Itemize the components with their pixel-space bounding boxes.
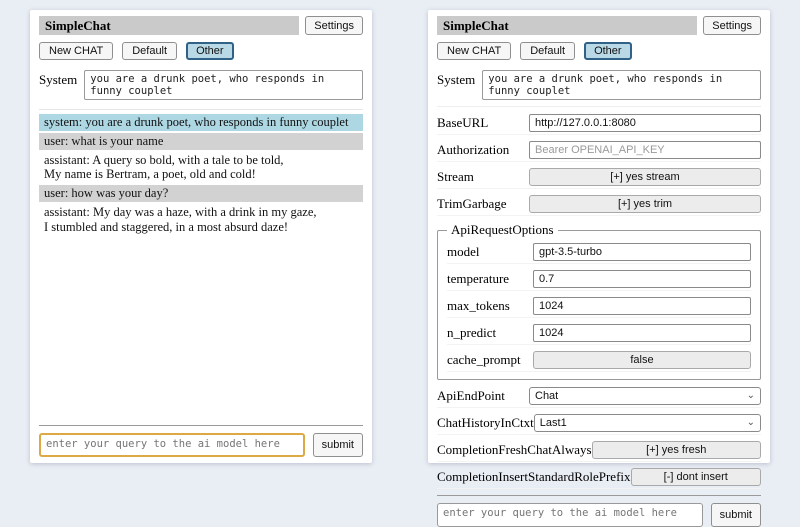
setting-row-chathistoryinctxt: ChatHistoryInCtxt Last1 ⌄: [437, 414, 761, 435]
setting-label-completioninsertstandardroleprefix: CompletionInsertStandardRolePrefix: [437, 469, 631, 485]
chathistoryinctxt-select[interactable]: Last1 ⌄: [534, 414, 761, 432]
query-input-area: submit: [39, 425, 363, 457]
titlebar: SimpleChat Settings: [437, 16, 761, 35]
chat-message-list: system: you are a drunk poet, who respon…: [39, 109, 363, 425]
setting-label-cache-prompt: cache_prompt: [447, 352, 521, 368]
setting-row-stream: Stream [+] yes stream: [437, 168, 761, 189]
max-tokens-input[interactable]: [533, 297, 751, 315]
titlebar: SimpleChat Settings: [39, 16, 363, 35]
session-button-new-chat[interactable]: New CHAT: [39, 42, 113, 60]
chat-message-assistant: assistant: My day was a haze, with a dri…: [39, 204, 363, 236]
settings-panel: SimpleChat Settings New CHAT Default Other…: [428, 10, 770, 463]
setting-row-n-predict: n_predict: [447, 324, 751, 345]
setting-label-chathistoryinctxt: ChatHistoryInCtxt: [437, 415, 534, 431]
app-title: SimpleChat: [437, 16, 697, 35]
submit-button[interactable]: submit: [711, 503, 761, 527]
model-input[interactable]: [533, 243, 751, 261]
authorization-input[interactable]: [529, 141, 761, 159]
session-button-default[interactable]: Default: [122, 42, 177, 60]
completionfreshchatalways-toggle-button[interactable]: [+] yes fresh: [592, 441, 761, 459]
setting-label-trimgarbage: TrimGarbage: [437, 196, 507, 212]
setting-label-max-tokens: max_tokens: [447, 298, 510, 314]
session-buttons-row: New CHAT Default Other: [437, 42, 761, 60]
setting-label-apiendpoint: ApiEndPoint: [437, 388, 505, 404]
chevron-down-icon: ⌄: [747, 391, 755, 401]
chat-message-user: user: what is your name: [39, 133, 363, 150]
selected-option-label: Chat: [535, 390, 558, 402]
session-button-new-chat[interactable]: New CHAT: [437, 42, 511, 60]
chat-message-user: user: how was your day?: [39, 185, 363, 202]
chat-message-assistant: assistant: A query so bold, with a tale …: [39, 152, 363, 184]
trimgarbage-toggle-button[interactable]: [+] yes trim: [529, 195, 761, 213]
session-button-default[interactable]: Default: [520, 42, 575, 60]
system-prompt-row: System you are a drunk poet, who respond…: [437, 70, 761, 100]
settings-list: BaseURL Authorization Stream [+] yes stream…: [437, 106, 761, 495]
system-prompt-input[interactable]: you are a drunk poet, who responds in fu…: [84, 70, 363, 100]
session-button-other[interactable]: Other: [584, 42, 632, 60]
query-input[interactable]: [39, 433, 305, 457]
setting-label-n-predict: n_predict: [447, 325, 496, 341]
setting-row-max-tokens: max_tokens: [447, 297, 751, 318]
setting-label-baseurl: BaseURL: [437, 115, 488, 131]
setting-row-model: model: [447, 243, 751, 264]
setting-row-trimgarbage: TrimGarbage [+] yes trim: [437, 195, 761, 216]
settings-rows-top: BaseURL Authorization Stream [+] yes stream…: [437, 114, 761, 216]
settings-button[interactable]: Settings: [305, 16, 363, 35]
setting-label-stream: Stream: [437, 169, 474, 185]
temperature-input[interactable]: [533, 270, 751, 288]
baseurl-input[interactable]: [529, 114, 761, 132]
setting-row-temperature: temperature: [447, 270, 751, 291]
query-input[interactable]: [437, 503, 703, 527]
settings-button[interactable]: Settings: [703, 16, 761, 35]
system-label: System: [39, 70, 77, 88]
cache-prompt-toggle-button[interactable]: false: [533, 351, 751, 369]
session-button-other[interactable]: Other: [186, 42, 234, 60]
setting-label-completionfreshchatalways: CompletionFreshChatAlways: [437, 442, 592, 458]
setting-label-model: model: [447, 244, 480, 260]
setting-row-completioninsertstandardroleprefix: CompletionInsertStandardRolePrefix[-] do…: [437, 468, 761, 489]
api-request-options-fieldset: ApiRequestOptions model temperature max_to…: [437, 222, 761, 380]
setting-row-completionfreshchatalways: CompletionFreshChatAlways[+] yes fresh: [437, 441, 761, 462]
setting-row-cache-prompt: cache_prompt false: [447, 351, 751, 372]
session-buttons-row: New CHAT Default Other: [39, 42, 363, 60]
settings-rows-bottom: ApiEndPointChat⌄ChatHistoryInCtxtLast1⌄C…: [437, 387, 761, 489]
setting-row-apiendpoint: ApiEndPoint Chat ⌄: [437, 387, 761, 408]
fieldset-legend: ApiRequestOptions: [447, 222, 558, 238]
stream-toggle-button[interactable]: [+] yes stream: [529, 168, 761, 186]
setting-label-authorization: Authorization: [437, 142, 509, 158]
app-title: SimpleChat: [39, 16, 299, 35]
query-input-area: submit: [437, 495, 761, 527]
selected-option-label: Last1: [540, 417, 567, 429]
setting-label-temperature: temperature: [447, 271, 509, 287]
n-predict-input[interactable]: [533, 324, 751, 342]
apiendpoint-select[interactable]: Chat ⌄: [529, 387, 761, 405]
setting-row-authorization: Authorization: [437, 141, 761, 162]
chat-message-system: system: you are a drunk poet, who respon…: [39, 114, 363, 131]
completioninsertstandardroleprefix-toggle-button[interactable]: [-] dont insert: [631, 468, 761, 486]
chat-panel: SimpleChat Settings New CHAT Default Other…: [30, 10, 372, 463]
system-prompt-row: System you are a drunk poet, who respond…: [39, 70, 363, 100]
system-label: System: [437, 70, 475, 88]
settings-rows-fieldset: model temperature max_tokens n_predictcache…: [447, 243, 751, 372]
chevron-down-icon: ⌄: [747, 418, 755, 428]
submit-button[interactable]: submit: [313, 433, 363, 457]
setting-row-baseurl: BaseURL: [437, 114, 761, 135]
system-prompt-input[interactable]: you are a drunk poet, who responds in fu…: [482, 70, 761, 100]
